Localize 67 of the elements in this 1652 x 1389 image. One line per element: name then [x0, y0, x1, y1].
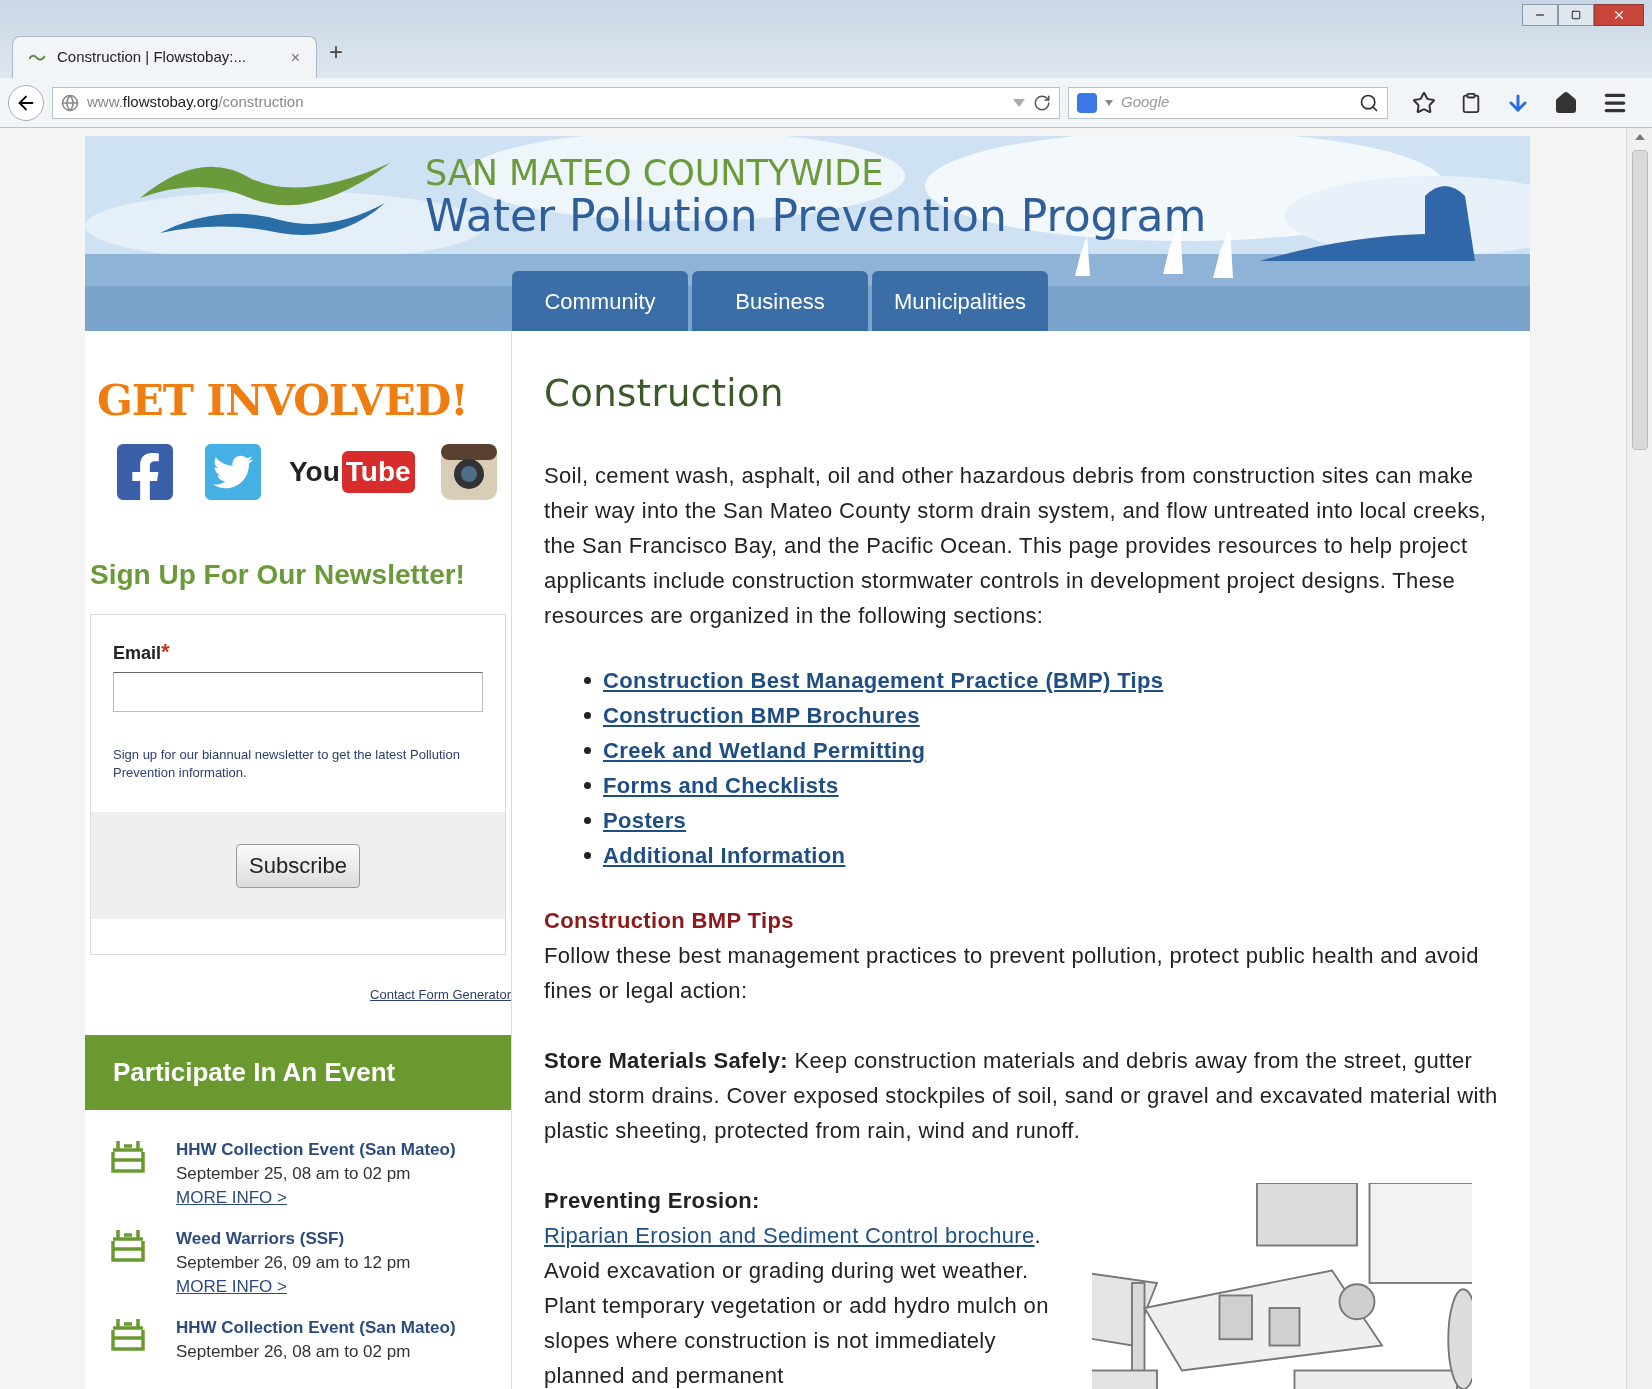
close-icon: [1612, 8, 1626, 22]
bullet-icon: [584, 817, 591, 824]
email-field[interactable]: [113, 672, 483, 712]
home-icon[interactable]: [1554, 90, 1578, 115]
new-tab-button[interactable]: +: [329, 34, 343, 70]
section-link[interactable]: Additional Information: [603, 838, 846, 873]
nav-tab[interactable]: Business: [692, 271, 868, 331]
event-date: September 26, 09 am to 12 pm: [176, 1251, 411, 1274]
section-link[interactable]: Posters: [603, 803, 687, 838]
org-name: SAN MATEO COUNTYWIDE: [425, 154, 885, 192]
caret-icon: [1105, 99, 1113, 106]
event-date: September 26, 08 am to 02 pm: [176, 1340, 412, 1363]
page-title: Construction: [544, 371, 785, 416]
get-involved-heading: GET INVOLVED!: [97, 375, 469, 427]
section-link[interactable]: Creek and Wetland Permitting: [603, 733, 926, 768]
url-text: www.flowstobay.org/construction: [87, 92, 304, 113]
tab-close-button[interactable]: ×: [290, 45, 300, 70]
tab-title: Construction | Flowstobay:...: [57, 47, 246, 68]
event-title-link[interactable]: HHW Collection Event (San Mateo): [176, 1315, 456, 1340]
brochure-link[interactable]: Riparian Erosion and Sediment Control brochure: [544, 1223, 1035, 1248]
events-header: Participate In An Event: [85, 1034, 511, 1110]
section-link[interactable]: Construction Best Management Practice (BMP) Tips: [603, 663, 1164, 698]
tips-intro: Follow these best management practices to prevent pollution, protect public health and avoid fines or legal action:: [544, 942, 1480, 1005]
back-button[interactable]: [8, 84, 44, 121]
maximize-icon: [1571, 10, 1581, 20]
section-link[interactable]: Forms and Checklists: [603, 768, 839, 803]
newsletter-help-text: Sign up for our biannual newsletter to get the latest Pollution Prevention information.: [113, 746, 461, 782]
clipboard-icon[interactable]: [1460, 91, 1482, 114]
globe-icon: [61, 93, 79, 112]
email-label: Email*: [113, 638, 171, 666]
store-materials-paragraph: Store Materials Safely: Keep construction materials and debris away from the street, gutter and storm drains. Cover exposed stockpiles of soil, sand or gravel and excavated material with plastic sheeting, protected from rain, wind and runoff.: [544, 1047, 1499, 1145]
bookmark-star-icon[interactable]: [1412, 90, 1436, 115]
erosion-paragraph: Preventing Erosion: Riparian Erosion and Sediment Control brochure. Avoid excavation or grading during wet weather. Plant temporary vegetation or add hydro mulch on slopes where construction is not immediately planned and permanent: [544, 1187, 1050, 1389]
search-engine-icon[interactable]: [1077, 92, 1097, 113]
wave-icon: [29, 52, 45, 63]
event-title-link[interactable]: HHW Collection Event (San Mateo): [176, 1137, 456, 1162]
subscribe-button[interactable]: Subscribe: [236, 843, 360, 888]
nav-tab[interactable]: Community: [512, 271, 688, 331]
scroll-up-icon[interactable]: [1634, 134, 1645, 140]
more-info-link[interactable]: MORE INFO >: [176, 1185, 456, 1210]
nav-tab[interactable]: Municipalities: [872, 271, 1048, 331]
section-link[interactable]: Construction BMP Brochures: [603, 698, 920, 733]
contact-form-generator-link[interactable]: Contact Form Generator: [370, 985, 511, 1005]
search-bar[interactable]: Google: [1068, 86, 1388, 119]
program-name: Water Pollution Prevention Program: [425, 192, 1207, 240]
bullet-icon: [584, 747, 591, 754]
event-date: September 25, 08 am to 02 pm: [176, 1162, 412, 1185]
maximize-button[interactable]: [1558, 4, 1594, 26]
camera-icon[interactable]: [438, 442, 499, 502]
bullet-icon: [584, 852, 591, 859]
bullet-icon: [584, 782, 591, 789]
dropdown-icon: [1013, 98, 1025, 107]
tips-heading: Construction BMP Tips: [544, 907, 795, 935]
browser-tab[interactable]: Construction | Flowstobay:... ×: [12, 36, 317, 78]
bullet-icon: [584, 712, 591, 719]
event-title-link[interactable]: Weed Warriors (SSF): [176, 1226, 411, 1251]
more-info-link[interactable]: MORE INFO >: [176, 1274, 411, 1299]
reload-icon[interactable]: [1033, 93, 1051, 112]
newsletter-heading: Sign Up For Our Newsletter!: [90, 558, 466, 592]
search-icon[interactable]: [1359, 92, 1379, 113]
close-button[interactable]: [1594, 4, 1644, 26]
intro-paragraph: Soil, cement wash, asphalt, oil and other hazardous debris from construction sites can make their way into the San Mateo County storm drain system, and flow untreated into local creeks, the San Francisco Bay, and the Pacific Ocean. This page provides resources to help project applicants include construction stormwater controls in development project designs. These resources are organized in the following sections:: [544, 462, 1488, 630]
scrollbar-thumb[interactable]: [1631, 150, 1648, 450]
scrollbar[interactable]: [1626, 128, 1652, 1389]
bullet-icon: [584, 677, 591, 684]
search-field[interactable]: Google: [1121, 91, 1351, 114]
address-field[interactable]: www.flowstobay.org/construction: [52, 86, 1060, 119]
